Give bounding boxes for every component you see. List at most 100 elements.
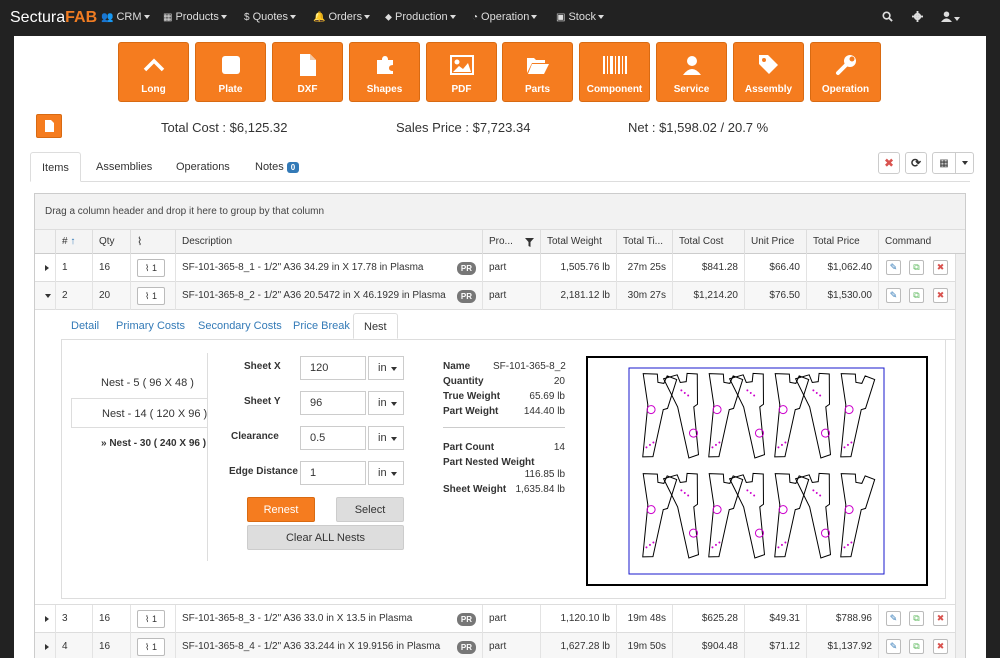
- filter-icon[interactable]: [525, 238, 534, 247]
- cell-process: part: [482, 633, 540, 658]
- clear-all-nests-button[interactable]: Clear ALL Nests: [247, 525, 404, 550]
- nav-operation[interactable]: ◔ Operation: [472, 11, 538, 23]
- attachment-button[interactable]: ⌇ 1: [137, 638, 165, 656]
- tab-notes[interactable]: Notes 0: [244, 152, 310, 182]
- detail-tab-price-break[interactable]: Price Break: [283, 313, 360, 339]
- col-total-weight[interactable]: Total Weight: [540, 230, 616, 254]
- nav-crm[interactable]: 👥 CRM: [101, 11, 150, 23]
- edit-button[interactable]: ✎: [886, 288, 901, 303]
- col-total-time[interactable]: Total Ti...: [616, 230, 672, 254]
- nested-part: [642, 373, 678, 458]
- tile-service[interactable]: Service: [656, 42, 727, 102]
- group-drop-zone[interactable]: Drag a column header and drop it here to…: [35, 194, 965, 230]
- quote-page: Long Plate DXF Shapes PDF Parts Componen…: [14, 36, 986, 658]
- cell-time: 30m 27s: [616, 282, 672, 310]
- nav-stock[interactable]: ▣ Stock: [556, 11, 604, 23]
- cell-process: part: [482, 254, 540, 282]
- sheet-x-input[interactable]: 120: [300, 356, 366, 380]
- renest-button[interactable]: Renest: [247, 497, 315, 522]
- copy-button[interactable]: ⧉: [909, 611, 924, 626]
- expand-icon[interactable]: [45, 265, 49, 271]
- sheet-x-unit-select[interactable]: in: [368, 356, 404, 380]
- col-qty[interactable]: Qty: [92, 230, 130, 254]
- cell-total-price: $1,062.40: [806, 254, 878, 282]
- nest-option-5[interactable]: Nest - 5 ( 96 X 48 ): [71, 368, 208, 398]
- sheet-y-unit-select[interactable]: in: [368, 391, 404, 415]
- copy-button[interactable]: ⧉: [909, 288, 924, 303]
- col-unit-price[interactable]: Unit Price: [744, 230, 806, 254]
- columns-button[interactable]: ▦: [932, 152, 956, 174]
- edit-button[interactable]: ✎: [886, 260, 901, 275]
- tab-items[interactable]: Items: [30, 152, 81, 182]
- copy-button[interactable]: ⧉: [909, 260, 924, 275]
- attachment-button[interactable]: ⌇ 1: [137, 287, 165, 305]
- tile-component[interactable]: Component: [579, 42, 650, 102]
- nav-products[interactable]: ▦ Products: [163, 11, 227, 23]
- table-row[interactable]: 1 16 ⌇ 1 SF-101-365-8_1 - 1/2" A36 34.29…: [35, 254, 965, 282]
- col-total-cost[interactable]: Total Cost: [672, 230, 744, 254]
- refresh-button[interactable]: ⟳: [905, 152, 927, 174]
- table-row[interactable]: 3 16 ⌇ 1 SF-101-365-8_3 - 1/2" A36 33.0 …: [35, 605, 965, 633]
- tile-parts[interactable]: Parts: [502, 42, 573, 102]
- col-process[interactable]: Pro...: [482, 230, 540, 254]
- tab-operations[interactable]: Operations: [165, 152, 241, 182]
- expand-icon[interactable]: [45, 616, 49, 622]
- cell-time: 19m 50s: [616, 633, 672, 658]
- detail-tab-detail[interactable]: Detail: [61, 313, 109, 339]
- clearance-input[interactable]: 0.5: [300, 426, 366, 450]
- edge-distance-unit-select[interactable]: in: [368, 461, 404, 485]
- col-total-price[interactable]: Total Price: [806, 230, 878, 254]
- nav-orders[interactable]: 🔔 Orders: [313, 11, 371, 23]
- select-button[interactable]: Select: [336, 497, 404, 522]
- clearance-unit-select[interactable]: in: [368, 426, 404, 450]
- collapse-icon[interactable]: [45, 294, 51, 298]
- cell-total-price: $1,530.00: [806, 282, 878, 310]
- gear-icon[interactable]: [912, 11, 923, 25]
- user-menu[interactable]: [941, 11, 960, 25]
- col-attach[interactable]: ⌇: [130, 230, 175, 254]
- edge-distance-input[interactable]: 1: [300, 461, 366, 485]
- copy-button[interactable]: ⧉: [909, 639, 924, 654]
- grid-scrollbar[interactable]: [955, 254, 965, 658]
- tile-long[interactable]: Long: [118, 42, 189, 102]
- table-row-expanded[interactable]: 2 20 ⌇ 1 SF-101-365-8_2 - 1/2" A36 20.54…: [35, 282, 965, 310]
- cell-description: SF-101-365-8_1 - 1/2" A36 34.29 in X 17.…: [175, 254, 482, 282]
- tile-plate[interactable]: Plate: [195, 42, 266, 102]
- search-icon[interactable]: [882, 11, 893, 25]
- clear-button[interactable]: ✖: [878, 152, 900, 174]
- nest-option-30[interactable]: » Nest - 30 ( 240 X 96 ): [71, 429, 208, 459]
- detail-tab-nest[interactable]: Nest: [353, 313, 398, 339]
- edit-button[interactable]: ✎: [886, 611, 901, 626]
- tab-assemblies[interactable]: Assemblies: [85, 152, 163, 182]
- tile-assembly[interactable]: Assembly: [733, 42, 804, 102]
- delete-button[interactable]: ✖: [933, 611, 948, 626]
- nav-production[interactable]: ⬥ Production: [385, 11, 456, 23]
- attachment-button[interactable]: ⌇ 1: [137, 259, 165, 277]
- columns-dropdown[interactable]: [955, 152, 974, 174]
- tile-pdf[interactable]: PDF: [426, 42, 497, 102]
- tile-operation[interactable]: Operation: [810, 42, 881, 102]
- delete-button[interactable]: ✖: [933, 288, 948, 303]
- nest-list-divider: [207, 353, 208, 561]
- delete-button[interactable]: ✖: [933, 639, 948, 654]
- col-num[interactable]: # ↑: [55, 230, 92, 254]
- tile-dxf[interactable]: DXF: [272, 42, 343, 102]
- sheet-y-input[interactable]: 96: [300, 391, 366, 415]
- document-button[interactable]: [36, 114, 62, 138]
- edit-icon: ✎: [889, 262, 898, 272]
- attachment-button[interactable]: ⌇ 1: [137, 610, 165, 628]
- nest-option-14[interactable]: Nest - 14 ( 120 X 96 ): [71, 398, 208, 428]
- sales-price: Sales Price : $7,723.34: [396, 120, 531, 135]
- edit-button[interactable]: ✎: [886, 639, 901, 654]
- nested-part: [708, 473, 744, 558]
- nav-quotes[interactable]: $ Quotes: [244, 11, 297, 23]
- tile-shapes[interactable]: Shapes: [349, 42, 420, 102]
- detail-tab-secondary-costs[interactable]: Secondary Costs: [188, 313, 292, 339]
- brand-logo[interactable]: SecturaFAB: [10, 9, 97, 27]
- delete-button[interactable]: ✖: [933, 260, 948, 275]
- col-description[interactable]: Description: [175, 230, 482, 254]
- table-row[interactable]: 4 16 ⌇ 1 SF-101-365-8_4 - 1/2" A36 33.24…: [35, 633, 965, 658]
- detail-tab-primary-costs[interactable]: Primary Costs: [106, 313, 195, 339]
- expand-icon[interactable]: [45, 644, 49, 650]
- cell-command: ✎ ⧉ ✖: [878, 254, 955, 282]
